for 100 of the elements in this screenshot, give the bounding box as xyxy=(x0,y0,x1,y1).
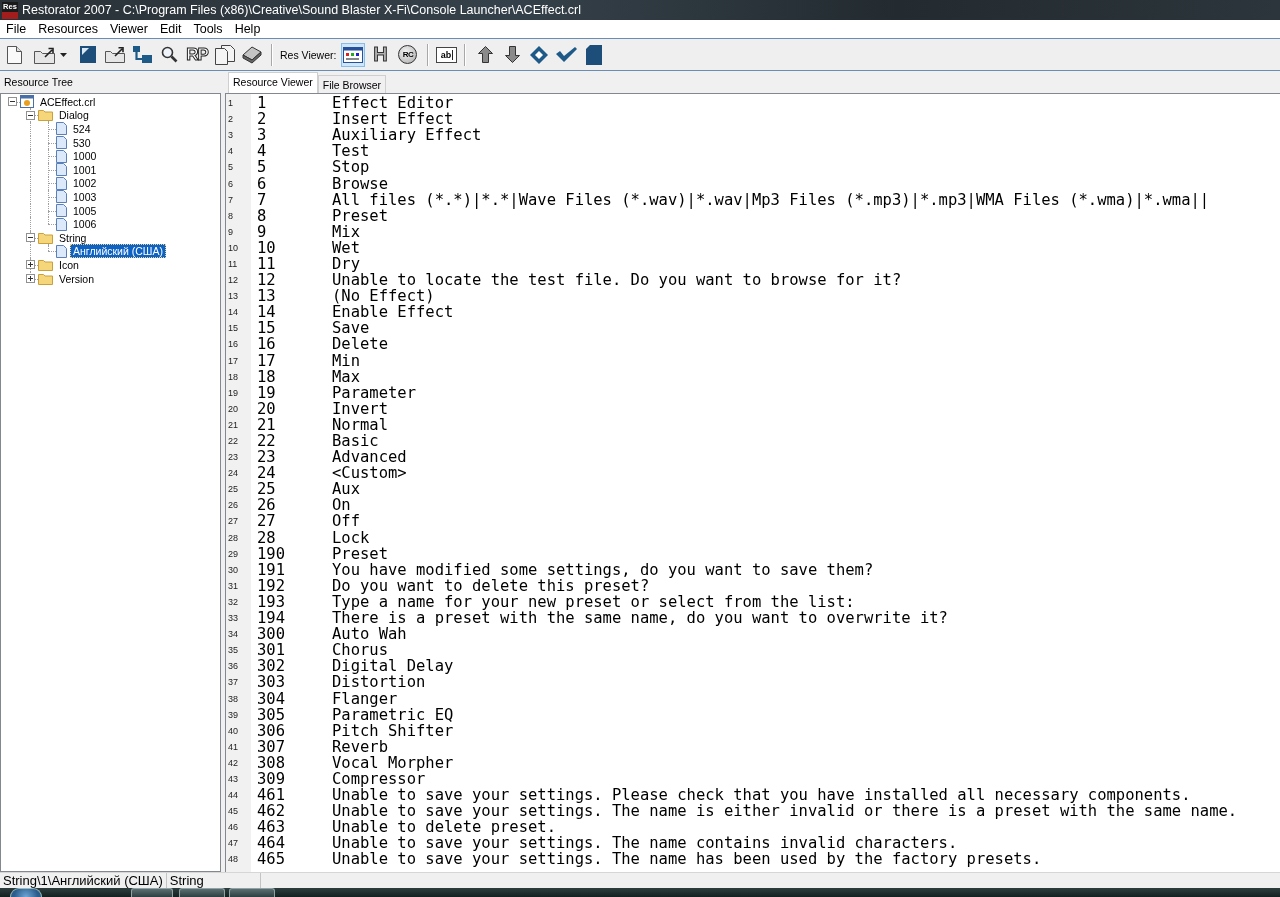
menu-item[interactable]: Edit xyxy=(153,20,188,38)
tree-item[interactable]: 1005 xyxy=(70,203,100,218)
document-icon xyxy=(586,44,603,65)
start-button[interactable] xyxy=(10,888,42,897)
string-text: All files (*.*)|*.*|Wave Files (*.wav)|*.wav|Mp3 Files (*.mp3)|*.mp3|WMA Files (*.wma)|*.wma|| xyxy=(332,191,1210,208)
taskbar-button[interactable] xyxy=(229,888,275,897)
string-text: Off xyxy=(332,513,360,530)
folder-arrow-icon xyxy=(105,46,125,63)
tree-item[interactable]: 1006 xyxy=(70,217,100,232)
string-id: 193 xyxy=(257,593,285,610)
line-number: 30 xyxy=(227,564,238,575)
tree-item[interactable]: 1002 xyxy=(70,176,100,191)
line-number: 15 xyxy=(227,323,238,334)
string-id: 309 xyxy=(257,771,285,787)
page-icon xyxy=(56,163,67,177)
string-id: 6 xyxy=(257,175,267,192)
string-id: 17 xyxy=(257,352,276,369)
string-text: Preset xyxy=(332,207,388,224)
string-id: 5 xyxy=(257,159,267,176)
expand-icon[interactable] xyxy=(26,260,35,270)
page-icon xyxy=(56,217,67,231)
tree-item[interactable]: 1003 xyxy=(70,189,100,204)
string-text: Lock xyxy=(332,529,370,546)
tree-item[interactable]: 524 xyxy=(70,122,94,136)
tree-item[interactable]: Icon xyxy=(56,257,82,272)
line-number: 43 xyxy=(227,774,238,784)
string-text: Effect Editor xyxy=(332,95,454,112)
string-id: 19 xyxy=(257,384,276,401)
string-text: Auto Wah xyxy=(332,626,407,643)
collapse-icon[interactable] xyxy=(26,110,35,120)
resource-view-button[interactable] xyxy=(341,42,366,67)
string-id: 14 xyxy=(257,304,276,321)
string-id: 8 xyxy=(257,207,267,224)
tree-item[interactable]: 1000 xyxy=(70,149,100,164)
taskbar-button[interactable] xyxy=(179,888,225,897)
string-id: 12 xyxy=(257,272,276,289)
tab[interactable]: Resource Viewer xyxy=(228,72,318,93)
string-id: 461 xyxy=(257,787,285,804)
page-icon xyxy=(56,176,67,190)
page-icon xyxy=(56,122,67,136)
copy-button[interactable] xyxy=(213,42,237,67)
tree-item[interactable]: ACEffect.crl xyxy=(37,94,99,109)
menu-item[interactable]: Resources xyxy=(32,20,104,38)
string-id: 192 xyxy=(257,577,285,594)
string-id: 1 xyxy=(257,95,267,112)
menu-item[interactable]: Tools xyxy=(187,20,229,38)
tab[interactable]: File Browser xyxy=(317,75,387,93)
string-text: Stop xyxy=(332,159,370,176)
menu-item[interactable]: Viewer xyxy=(103,20,154,38)
line-number: 10 xyxy=(227,242,238,253)
string-text: Max xyxy=(332,368,360,385)
line-number: 25 xyxy=(227,484,238,495)
tree-item[interactable]: 530 xyxy=(70,135,94,150)
string-text: Do you want to delete this preset? xyxy=(332,577,650,594)
line-number: 23 xyxy=(227,452,238,463)
line-number: 6 xyxy=(227,178,233,189)
tree-item[interactable]: Version xyxy=(56,271,98,286)
collapse-icon[interactable] xyxy=(26,233,35,243)
string-text: Digital Delay xyxy=(332,658,454,675)
page-icon xyxy=(56,149,67,163)
string-text: Unable to save your settings. The name contains invalid characters. xyxy=(332,835,958,852)
string-id: 11 xyxy=(257,256,276,272)
menu-item[interactable]: File xyxy=(0,20,33,38)
window-preview-icon xyxy=(343,46,364,63)
line-number: 48 xyxy=(227,854,238,865)
viewer-label: Res Viewer: xyxy=(280,48,337,61)
tree-item[interactable]: String xyxy=(56,230,90,245)
tree-item[interactable]: Английский (США) xyxy=(70,244,166,259)
string-text: Browse xyxy=(332,175,388,192)
line-number: 11 xyxy=(227,259,238,269)
folder-icon xyxy=(38,109,53,122)
string-id: 21 xyxy=(257,416,276,433)
open-folder-icon xyxy=(34,45,56,64)
line-number: 2 xyxy=(227,114,233,125)
string-id: 25 xyxy=(257,481,276,498)
expand-icon[interactable] xyxy=(26,274,35,283)
string-text: Unable to save your settings. Please check that you have installed all necessary components. xyxy=(332,787,1191,804)
tree-item[interactable]: Dialog xyxy=(56,108,92,123)
string-text: Min xyxy=(332,352,360,369)
string-text: Parametric EQ xyxy=(332,706,454,723)
menu-item[interactable]: Help xyxy=(228,20,267,38)
text-box-button[interactable]: ab xyxy=(436,46,458,63)
string-id: 301 xyxy=(257,642,285,659)
line-number: 28 xyxy=(227,532,238,543)
string-id: 302 xyxy=(257,658,285,675)
string-text: Wet xyxy=(332,239,360,256)
string-text: Advanced xyxy=(332,449,407,466)
string-id: 463 xyxy=(257,819,285,836)
copy-icon xyxy=(215,44,235,65)
line-number: 4 xyxy=(227,146,233,157)
taskbar-button[interactable] xyxy=(131,888,173,897)
collapse-icon[interactable] xyxy=(8,97,17,107)
string-text: Flanger xyxy=(332,690,398,707)
folder-icon xyxy=(38,258,53,271)
string-text: (No Effect) xyxy=(332,288,435,305)
tree-item[interactable]: 1001 xyxy=(70,162,100,177)
string-id: 307 xyxy=(257,738,285,755)
string-text: Type a name for your new preset or select from the list: xyxy=(332,593,855,610)
string-id: 191 xyxy=(257,561,285,578)
string-id: 300 xyxy=(257,626,285,643)
